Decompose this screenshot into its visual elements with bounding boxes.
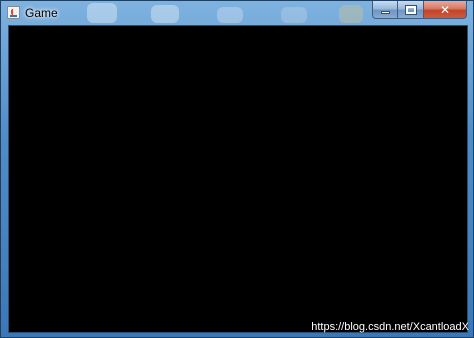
caption-buttons: ✕	[372, 1, 467, 19]
title-bar[interactable]: Game ✕	[1, 1, 473, 25]
maximize-icon	[404, 4, 417, 15]
watermark-text: https://blog.csdn.net/XcantloadX	[311, 321, 469, 333]
game-window: Game ✕ https://blog.csdn.net/XcantloadX	[0, 0, 474, 338]
window-title: Game	[25, 6, 58, 20]
close-button[interactable]: ✕	[424, 1, 467, 19]
close-icon: ✕	[439, 2, 451, 17]
java-cup-icon[interactable]	[7, 6, 20, 19]
game-canvas[interactable]	[8, 25, 468, 333]
minimize-button[interactable]	[372, 1, 398, 19]
maximize-button[interactable]	[398, 1, 424, 19]
minimize-icon	[380, 11, 390, 14]
